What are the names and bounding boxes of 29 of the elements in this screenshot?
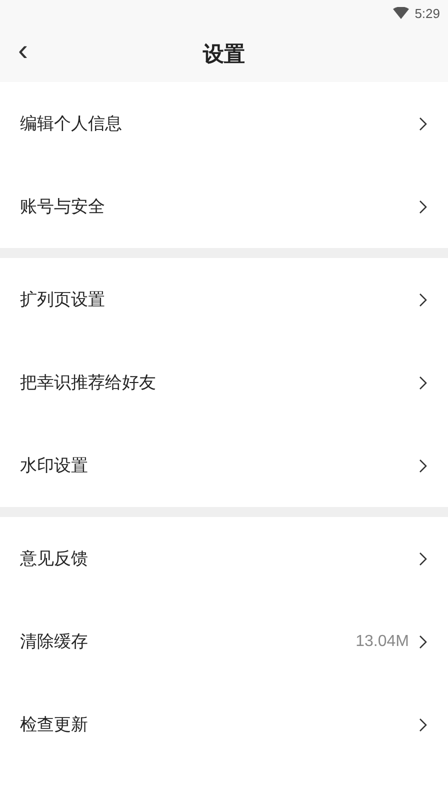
chevron-right-icon [419,292,427,306]
status-time: 5:29 [414,6,440,20]
settings-item[interactable]: 账号与安全 [0,165,448,248]
chevron-right-icon [419,634,427,648]
item-label: 清除缓存 [20,631,89,653]
chevron-right-icon [419,552,427,566]
item-label: 编辑个人信息 [20,113,123,135]
settings-item[interactable]: 把幸识推荐给好友 [0,341,448,424]
chevron-right-icon [419,718,427,732]
settings-item[interactable]: 清除缓存 13.04M [0,600,448,683]
settings-item[interactable]: 意见反馈 [0,517,448,600]
settings-item[interactable]: 水印设置 [0,424,448,507]
page-title: 设置 [203,41,245,68]
item-label: 意见反馈 [20,548,89,570]
settings-item[interactable]: 扩列页设置 [0,258,448,341]
item-label: 检查更新 [20,714,89,736]
chevron-right-icon [419,200,427,214]
item-label: 水印设置 [20,455,89,477]
item-label: 扩列页设置 [20,289,106,311]
wifi-icon [392,7,409,19]
item-label: 把幸识推荐给好友 [20,372,157,394]
chevron-right-icon [419,458,427,472]
item-value: 13.04M [356,632,409,650]
chevron-right-icon [419,376,427,390]
back-button[interactable]: ‹ [12,36,34,66]
settings-item[interactable]: 编辑个人信息 [0,82,448,165]
item-label: 账号与安全 [20,196,106,218]
settings-item[interactable]: 检查更新 [0,683,448,766]
chevron-right-icon [419,116,427,130]
